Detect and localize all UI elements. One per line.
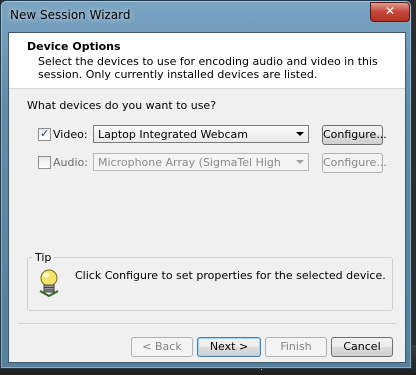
wizard-window: New Session Wizard ✕ Device Options Sele… <box>0 0 412 369</box>
audio-device-value: Microphone Array (SigmaTel High <box>98 156 281 169</box>
video-configure-button[interactable]: Configure... <box>322 125 387 145</box>
page-title: Device Options <box>27 40 121 53</box>
close-button[interactable]: ✕ <box>370 2 410 22</box>
tip-text: Click Configure to set properties for th… <box>75 269 386 282</box>
checkmark-icon: ✓ <box>40 127 50 140</box>
chevron-down-icon <box>296 160 304 164</box>
wizard-header: Device Options Select the devices to use… <box>9 33 405 89</box>
close-icon: ✕ <box>384 4 396 18</box>
page-description: Select the devices to use for encoding a… <box>38 55 378 81</box>
tip-box <box>27 257 393 311</box>
tip-label: Tip <box>32 251 55 264</box>
audio-device-select[interactable]: Microphone Array (SigmaTel High <box>93 153 309 171</box>
video-device-select[interactable]: Laptop Integrated Webcam <box>93 125 309 143</box>
window-title: New Session Wizard <box>10 8 131 22</box>
back-button[interactable]: < Back <box>131 337 193 357</box>
audio-checkbox[interactable] <box>38 156 51 169</box>
video-checkbox[interactable]: ✓ <box>38 127 51 141</box>
devices-question: What devices do you want to use? <box>27 99 217 112</box>
audio-configure-button[interactable]: Configure... <box>322 153 387 173</box>
wizard-client-area: Device Options Select the devices to use… <box>8 32 406 363</box>
audio-label: Audio: <box>53 156 88 169</box>
lightbulb-icon <box>39 269 59 297</box>
chevron-down-icon <box>296 132 304 136</box>
footer-divider <box>18 323 396 324</box>
video-device-value: Laptop Integrated Webcam <box>98 128 248 141</box>
next-button[interactable]: Next > <box>197 337 261 357</box>
video-label: Video: <box>53 128 88 141</box>
cancel-button[interactable]: Cancel <box>331 337 393 357</box>
finish-button[interactable]: Finish <box>265 337 327 357</box>
